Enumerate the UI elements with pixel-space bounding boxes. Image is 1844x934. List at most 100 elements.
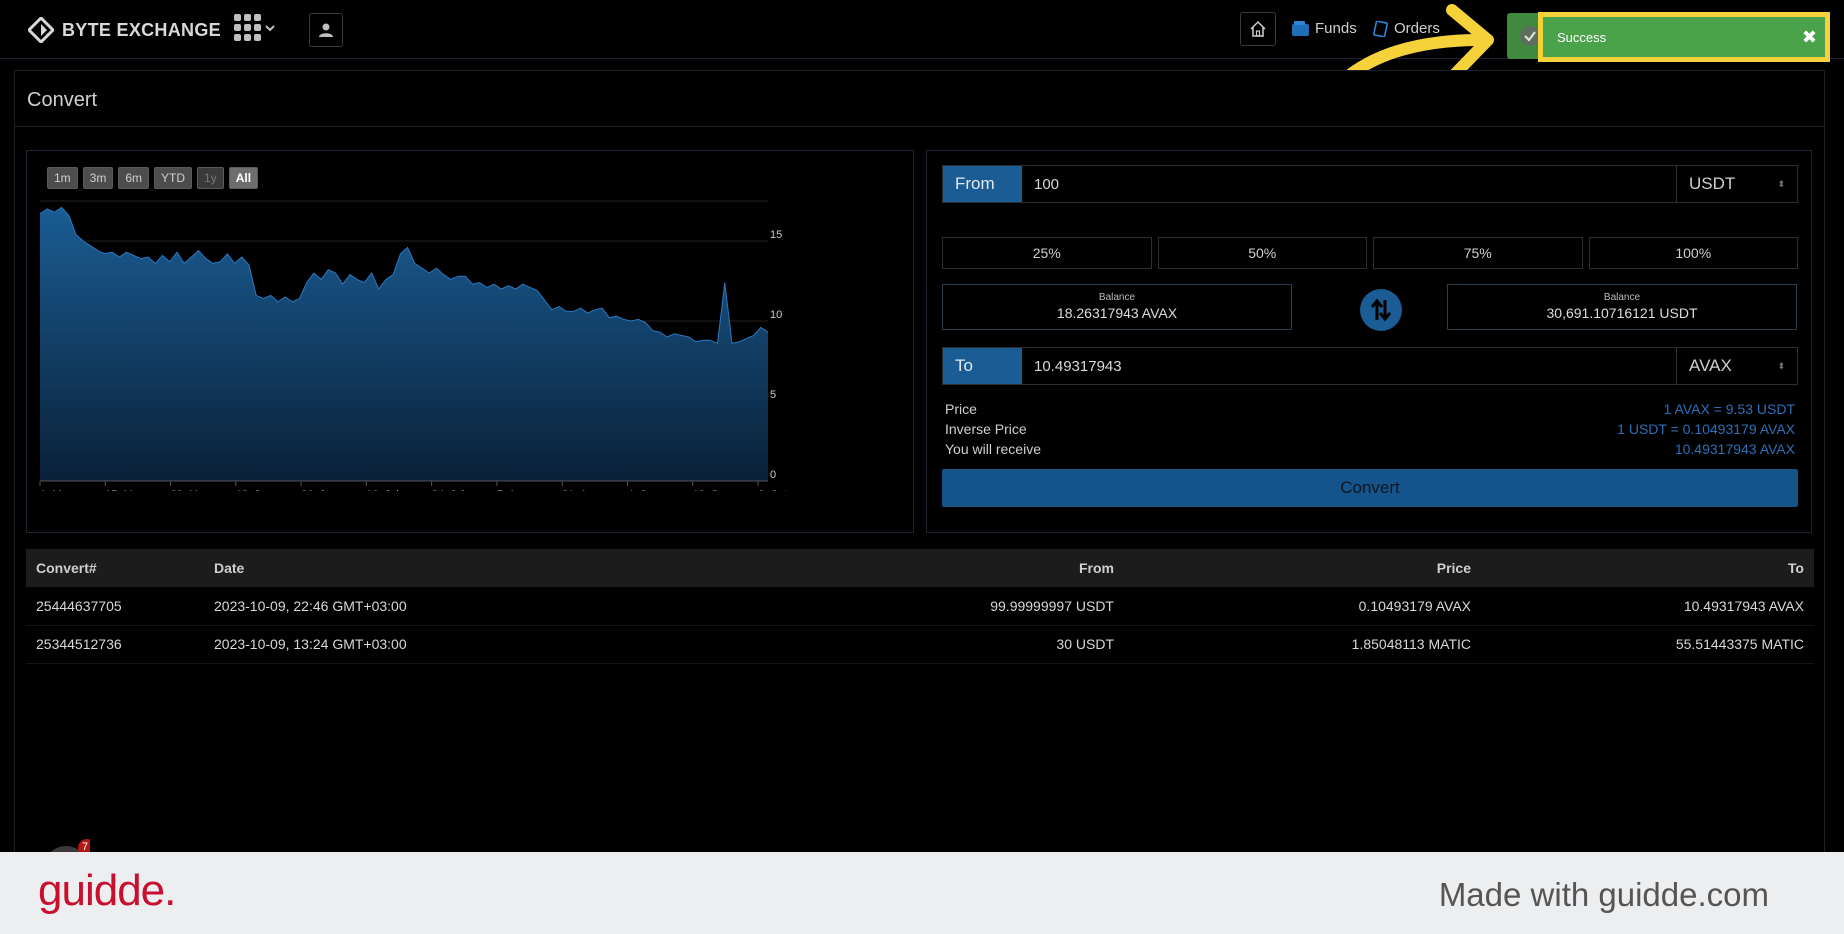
table-cell: 10.49317943 AVAX xyxy=(1481,587,1814,626)
table-cell: 99.99999997 USDT xyxy=(624,587,1124,626)
x-tick-label: 1. May xyxy=(40,489,74,491)
apps-menu-button[interactable] xyxy=(234,14,275,41)
price-chart-panel: 1m 3m 6m YTD 1y All 0 5 10 15 1. May 15. May… xyxy=(26,150,914,533)
info-label: You will receive xyxy=(945,441,1041,457)
balance-value: 30,691.10716121 USDT xyxy=(1546,305,1698,321)
price-info-row: Price 1 AVAX = 9.53 USDT xyxy=(945,401,1795,417)
convert-button[interactable]: Convert xyxy=(942,469,1798,507)
info-value: 10.49317943 AVAX xyxy=(1674,441,1795,457)
column-header[interactable]: Convert# xyxy=(26,549,204,587)
y-tick-label: 0 xyxy=(770,469,776,481)
user-icon xyxy=(319,23,333,37)
table-cell: 25344512736 xyxy=(26,625,204,664)
convert-form-panel: From 100 USDT ⬍ 25% 50% 75% 100% Balance… xyxy=(926,150,1812,533)
column-header[interactable]: To xyxy=(1481,549,1814,587)
swap-arrows-icon xyxy=(1370,298,1392,322)
to-amount-input[interactable]: 10.49317943 xyxy=(1022,348,1677,384)
range-button-all[interactable]: All xyxy=(228,167,259,189)
to-field-row: To 10.49317943 AVAX ⬍ xyxy=(942,347,1798,385)
info-label: Inverse Price xyxy=(945,421,1027,437)
inverse-price-info-row: Inverse Price 1 USDT = 0.10493179 AVAX xyxy=(945,421,1795,437)
balance-caption: Balance xyxy=(1098,292,1136,303)
y-tick-label: 15 xyxy=(770,229,782,241)
to-currency-select[interactable]: AVAX ⬍ xyxy=(1677,348,1797,384)
swap-currencies-button[interactable] xyxy=(1360,289,1402,331)
table-cell: 0.10493179 AVAX xyxy=(1124,587,1481,626)
balance-to-box: Balance 30,691.10716121 USDT xyxy=(1447,284,1797,330)
close-icon[interactable]: ✖ xyxy=(1802,27,1817,48)
from-field-row: From 100 USDT ⬍ xyxy=(942,165,1798,203)
balance-caption: Balance xyxy=(1603,292,1641,303)
column-header[interactable]: Date xyxy=(204,549,624,587)
from-currency-select[interactable]: USDT ⬍ xyxy=(1677,166,1797,202)
percent-button-50[interactable]: 50% xyxy=(1157,237,1367,269)
info-value: 1 AVAX = 9.53 USDT xyxy=(1663,401,1795,417)
y-tick-label: 5 xyxy=(770,389,776,401)
x-tick-label: 21. Aug xyxy=(562,489,599,491)
table-cell: 2023-10-09, 13:24 GMT+03:00 xyxy=(204,625,624,664)
x-tick-label: 10. Jul xyxy=(366,489,398,491)
range-button-3m[interactable]: 3m xyxy=(82,167,114,189)
area-chart: 0 5 10 15 1. May 15. May 29. May 12. Jun 26. Ju… xyxy=(39,200,787,491)
convert-history-table: Convert# Date From Price To 25444637705 … xyxy=(26,549,1814,664)
percent-button-100[interactable]: 100% xyxy=(1588,237,1798,269)
from-currency-value: USDT xyxy=(1689,174,1736,193)
table-header-row: Convert# Date From Price To xyxy=(26,549,1814,587)
table-cell: 1.85048113 MATIC xyxy=(1124,625,1481,664)
table-cell: 2023-10-09, 22:46 GMT+03:00 xyxy=(204,587,624,626)
brand-logo[interactable]: BYTE EXCHANGE xyxy=(28,17,221,43)
x-tick-label: 7. Aug xyxy=(497,489,528,491)
made-with-text: Made with guidde.com xyxy=(1438,876,1769,913)
user-profile-button[interactable] xyxy=(309,13,343,47)
home-icon xyxy=(1250,20,1266,37)
success-toast: Success ✖ xyxy=(1538,12,1830,62)
x-tick-label: 4. Sep xyxy=(627,489,659,491)
select-caret-icon: ⬍ xyxy=(1777,360,1785,371)
x-tick-label: 26. Jun xyxy=(301,489,337,491)
info-label: Price xyxy=(945,401,977,417)
guidde-footer: guidde. Made with guidde.com xyxy=(0,852,1844,934)
home-button[interactable] xyxy=(1240,12,1276,46)
info-value: 1 USDT = 0.10493179 AVAX xyxy=(1617,421,1795,437)
x-tick-label: 12. Jun xyxy=(236,489,272,491)
from-label: From xyxy=(943,166,1022,202)
toast-message: Success xyxy=(1557,29,1607,45)
main-content: Convert 1m 3m 6m YTD 1y All 0 5 10 15 1. Ma… xyxy=(14,70,1825,870)
chevron-down-icon xyxy=(265,24,275,31)
x-tick-label: 2. Oct xyxy=(758,489,787,491)
column-header[interactable]: Price xyxy=(1124,549,1481,587)
percent-buttons: 25% 50% 75% 100% xyxy=(942,237,1798,269)
balance-value: 18.26317943 AVAX xyxy=(1056,305,1178,321)
table-cell: 30 USDT xyxy=(624,625,1124,664)
range-selector: 1m 3m 6m YTD 1y All xyxy=(47,167,259,189)
page-title: Convert xyxy=(27,89,98,111)
receive-info-row: You will receive 10.49317943 AVAX xyxy=(945,441,1795,457)
column-header[interactable]: From xyxy=(624,549,1124,587)
table-row[interactable]: 25444637705 2023-10-09, 22:46 GMT+03:00 … xyxy=(26,587,1814,626)
select-caret-icon: ⬍ xyxy=(1777,178,1785,189)
x-tick-label: 15. May xyxy=(105,489,145,491)
balance-from-box: Balance 18.26317943 AVAX xyxy=(942,284,1292,330)
range-button-ytd[interactable]: YTD xyxy=(154,167,193,189)
percent-button-25[interactable]: 25% xyxy=(942,237,1152,269)
table-row[interactable]: 25344512736 2023-10-09, 13:24 GMT+03:00 … xyxy=(26,625,1814,664)
diamond-logo-icon xyxy=(28,17,54,43)
x-tick-label: 24. Jul xyxy=(432,489,464,491)
range-button-1y[interactable]: 1y xyxy=(197,167,224,189)
table-cell: 55.51443375 MATIC xyxy=(1481,625,1814,664)
table-cell: 25444637705 xyxy=(26,587,204,626)
y-tick-label: 10 xyxy=(770,309,782,321)
apps-grid-icon xyxy=(234,14,261,41)
to-label: To xyxy=(943,348,1022,384)
range-button-6m[interactable]: 6m xyxy=(118,167,150,189)
x-tick-label: 18. Sep xyxy=(693,489,731,491)
divider xyxy=(15,126,1824,127)
from-amount-input[interactable]: 100 xyxy=(1022,166,1677,202)
x-tick-label: 29. May xyxy=(171,489,211,491)
brand-name: BYTE EXCHANGE xyxy=(62,19,221,40)
chart-area-series xyxy=(40,207,768,481)
range-button-1m[interactable]: 1m xyxy=(47,167,78,189)
to-currency-value: AVAX xyxy=(1689,356,1732,375)
guidde-logo: guidde. xyxy=(38,866,176,915)
percent-button-75[interactable]: 75% xyxy=(1373,237,1583,269)
